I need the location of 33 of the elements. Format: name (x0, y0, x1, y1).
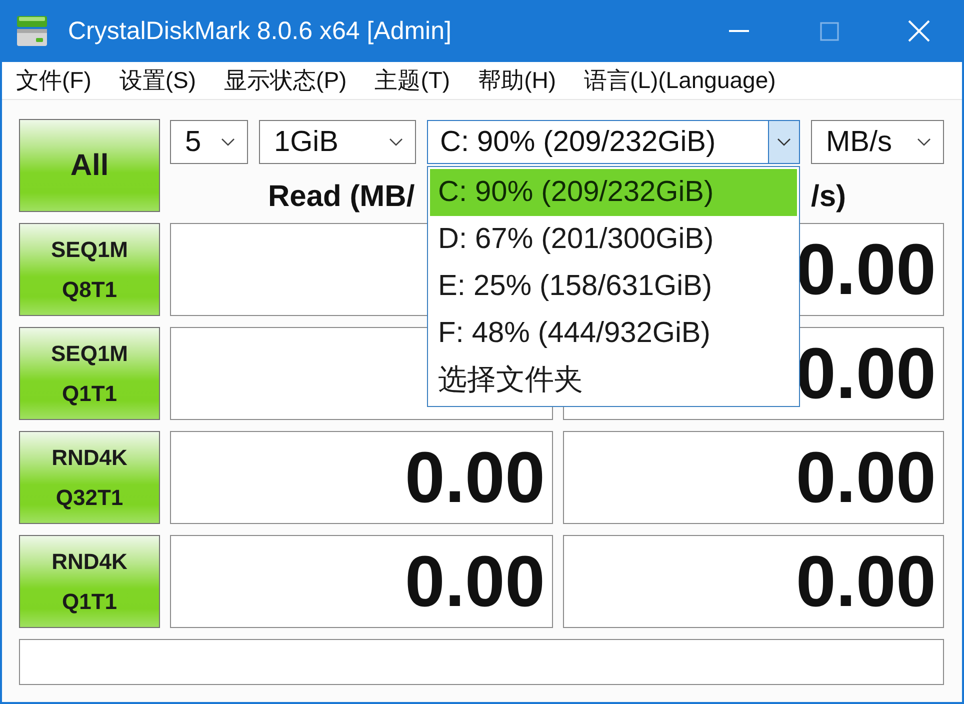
chevron-down-icon (917, 138, 931, 146)
chevron-down-icon (777, 138, 791, 146)
test-button[interactable]: RND4K Q32T1 (19, 431, 160, 524)
menu-item[interactable]: 文件(F) (2, 65, 106, 96)
chevron-down-icon (221, 138, 235, 146)
run-all-button[interactable]: All (19, 119, 160, 212)
read-result-cell: 0.00 (170, 535, 553, 628)
unit-dropdown[interactable]: MB/s (811, 120, 944, 164)
write-result-cell: 0.00 (563, 431, 944, 524)
size-dropdown[interactable]: 1GiB (259, 120, 416, 164)
drive-dropdown[interactable]: C: 90% (209/232GiB) (427, 120, 800, 164)
dropdown-toggle-button[interactable] (768, 121, 799, 163)
minimize-icon (729, 30, 749, 32)
count-dropdown[interactable]: 5 (170, 120, 248, 164)
menu-item[interactable]: 帮助(H) (464, 65, 570, 96)
test-button[interactable]: SEQ1M Q8T1 (19, 223, 160, 316)
menu-item[interactable]: 主题(T) (360, 65, 464, 96)
test-button[interactable]: RND4K Q1T1 (19, 535, 160, 628)
window-title: CrystalDiskMark 8.0.6 x64 [Admin] (68, 16, 452, 46)
read-result-cell: 0.00 (170, 431, 553, 524)
test-button[interactable]: SEQ1M Q1T1 (19, 327, 160, 420)
menu-item[interactable]: 显示状态(P) (210, 65, 361, 96)
close-icon (908, 20, 930, 42)
comment-field[interactable] (19, 639, 944, 685)
maximize-icon (820, 22, 838, 40)
hard-drive-icon (16, 14, 48, 48)
dropdown-option[interactable]: C: 90% (209/232GiB) (430, 169, 797, 216)
menu-item[interactable]: 设置(S) (105, 65, 210, 96)
write-result-cell: 0.00 (563, 535, 944, 628)
chevron-down-icon (389, 138, 403, 146)
column-header: /s) (811, 181, 846, 213)
column-header: Read (MB/ (268, 181, 415, 213)
menu-item[interactable]: 语言(L)(Language) (570, 65, 790, 96)
